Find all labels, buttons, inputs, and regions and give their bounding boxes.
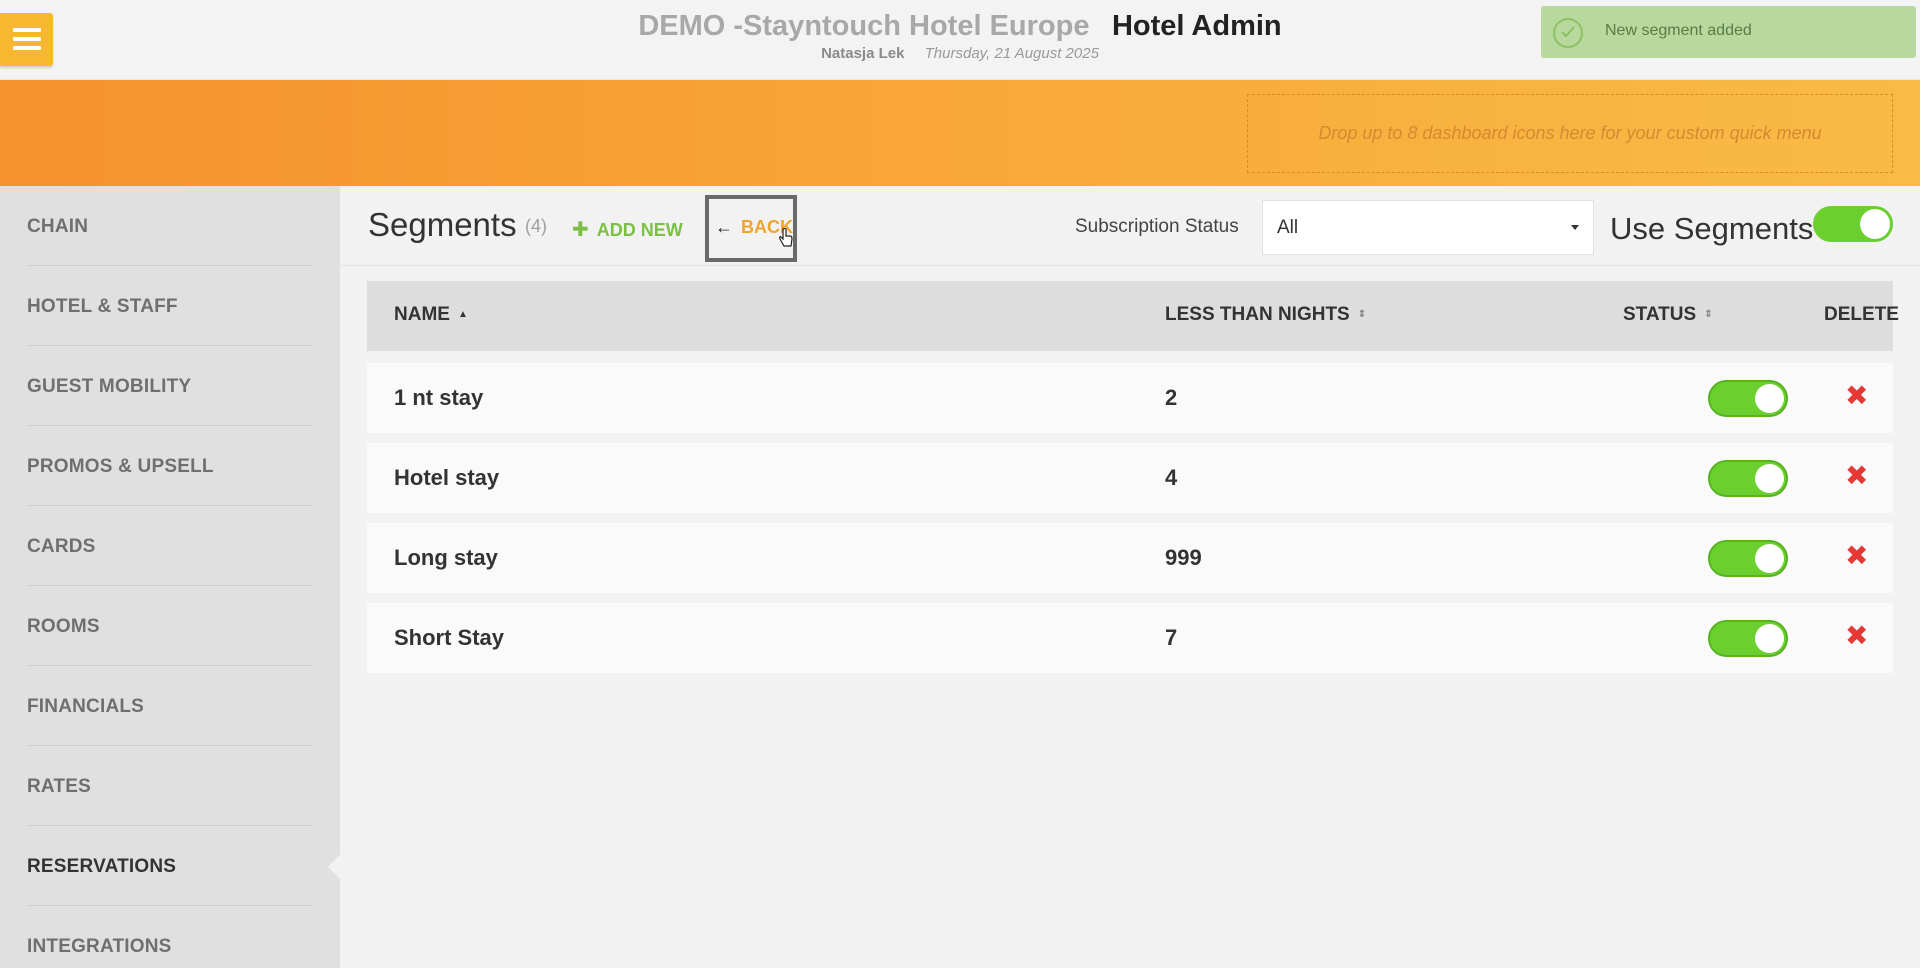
sidebar-item-rooms[interactable]: ROOMS bbox=[27, 586, 312, 666]
user-name: Natasja Lek bbox=[821, 45, 905, 62]
sort-icon: ⇕ bbox=[1704, 309, 1713, 321]
segment-name: 1 nt stay bbox=[394, 385, 484, 410]
column-label: DELETE bbox=[1824, 304, 1899, 325]
sidebar-item-label: ROOMS bbox=[27, 616, 100, 637]
delete-x-icon[interactable]: ✖ bbox=[1845, 379, 1868, 412]
table-row[interactable]: Hotel stay 4 ✖ bbox=[367, 443, 1893, 513]
segment-nights: 2 bbox=[1165, 385, 1178, 410]
sidebar: CHAIN HOTEL & STAFF GUEST MOBILITY PROMO… bbox=[0, 186, 340, 968]
top-bar: DEMO -Stayntouch Hotel Europe Hotel Admi… bbox=[0, 0, 1920, 80]
hand-cursor-icon bbox=[779, 228, 793, 247]
sidebar-item-rates[interactable]: RATES bbox=[27, 746, 312, 826]
arrow-left-icon: ← bbox=[715, 217, 733, 237]
sidebar-item-label: CHAIN bbox=[27, 216, 89, 237]
segment-name: Hotel stay bbox=[394, 465, 500, 490]
plus-icon: ✚ bbox=[572, 219, 589, 241]
page-title: Segments bbox=[368, 206, 517, 243]
sidebar-item-label: FINANCIALS bbox=[27, 696, 145, 717]
sidebar-item-label: PROMOS & UPSELL bbox=[27, 456, 214, 477]
segment-count: (4) bbox=[525, 216, 547, 236]
column-header-name[interactable]: NAME ▲ bbox=[394, 304, 468, 326]
sidebar-item-guest-mobility[interactable]: GUEST MOBILITY bbox=[27, 346, 312, 426]
subscription-status-select[interactable]: All bbox=[1262, 200, 1594, 255]
sidebar-item-label: RATES bbox=[27, 776, 91, 797]
hotel-name: DEMO -Stayntouch Hotel Europe bbox=[638, 10, 1090, 42]
delete-x-icon[interactable]: ✖ bbox=[1845, 539, 1868, 572]
toggle-knob bbox=[1755, 384, 1784, 413]
use-segments-toggle[interactable] bbox=[1813, 206, 1893, 242]
status-toggle[interactable] bbox=[1708, 620, 1788, 657]
status-toggle[interactable] bbox=[1708, 380, 1788, 417]
table-row[interactable]: Short Stay 7 ✖ bbox=[367, 603, 1893, 673]
toggle-knob bbox=[1860, 209, 1890, 239]
subscription-status-value: All bbox=[1277, 217, 1299, 238]
sidebar-item-label: RESERVATIONS bbox=[27, 856, 177, 877]
column-header-nights[interactable]: LESS THAN NIGHTS ⇕ bbox=[1165, 304, 1366, 326]
segment-name: Short Stay bbox=[394, 625, 505, 650]
subscription-status-label: Subscription Status bbox=[1075, 216, 1239, 237]
segment-name: Long stay bbox=[394, 545, 498, 570]
sidebar-item-chain[interactable]: CHAIN bbox=[27, 186, 312, 266]
segment-nights: 999 bbox=[1165, 545, 1202, 570]
column-label: LESS THAN NIGHTS bbox=[1165, 304, 1350, 325]
sidebar-item-label: GUEST MOBILITY bbox=[27, 376, 192, 397]
table-row[interactable]: 1 nt stay 2 ✖ bbox=[367, 363, 1893, 433]
column-header-delete: DELETE bbox=[1824, 304, 1899, 326]
sidebar-item-label: CARDS bbox=[27, 536, 96, 557]
sidebar-item-cards[interactable]: CARDS bbox=[27, 506, 312, 586]
sidebar-item-reservations[interactable]: RESERVATIONS bbox=[27, 826, 312, 906]
segment-nights: 7 bbox=[1165, 625, 1178, 650]
table-header: NAME ▲ LESS THAN NIGHTS ⇕ STATUS ⇕ DELETE bbox=[367, 281, 1899, 351]
check-circle-icon bbox=[1553, 18, 1583, 48]
sidebar-item-label: HOTEL & STAFF bbox=[27, 296, 178, 317]
add-new-button[interactable]: ✚ ADD NEW bbox=[572, 217, 683, 242]
toggle-knob bbox=[1755, 624, 1784, 653]
caret-down-icon bbox=[1571, 225, 1579, 230]
status-toggle[interactable] bbox=[1708, 460, 1788, 497]
sort-ascending-icon: ▲ bbox=[457, 309, 468, 321]
column-label: NAME bbox=[394, 304, 450, 325]
use-segments-label: Use Segments bbox=[1610, 211, 1814, 246]
sidebar-item-financials[interactable]: FINANCIALS bbox=[27, 666, 312, 746]
sidebar-item-hotel-staff[interactable]: HOTEL & STAFF bbox=[27, 266, 312, 346]
add-new-label: ADD NEW bbox=[596, 220, 683, 240]
segment-nights: 4 bbox=[1165, 465, 1178, 490]
current-date: Thursday, 21 August 2025 bbox=[924, 45, 1099, 62]
sort-icon: ⇕ bbox=[1357, 309, 1367, 321]
sidebar-item-label: INTEGRATIONS bbox=[27, 936, 172, 957]
main-content: Segments (4) ✚ ADD NEW ← BACK Subscription… bbox=[340, 186, 1920, 968]
dropzone-text: Drop up to 8 dashboard icons here for yo… bbox=[1318, 123, 1822, 143]
column-label: STATUS bbox=[1623, 304, 1697, 325]
quick-menu-dropzone[interactable]: Drop up to 8 dashboard icons here for yo… bbox=[1247, 94, 1893, 173]
segments-toolbar: Segments (4) ✚ ADD NEW ← BACK Subscription… bbox=[340, 186, 1920, 266]
delete-x-icon[interactable]: ✖ bbox=[1845, 459, 1868, 492]
sidebar-item-integrations[interactable]: INTEGRATIONS bbox=[27, 906, 312, 968]
active-item-pointer bbox=[328, 855, 340, 879]
column-header-status[interactable]: STATUS ⇕ bbox=[1623, 304, 1713, 326]
success-toast: New segment added bbox=[1541, 6, 1916, 58]
delete-x-icon[interactable]: ✖ bbox=[1845, 619, 1868, 652]
sidebar-item-promos-upsell[interactable]: PROMOS & UPSELL bbox=[27, 426, 312, 506]
toggle-knob bbox=[1755, 544, 1784, 573]
app-name: Hotel Admin bbox=[1111, 10, 1282, 42]
status-toggle[interactable] bbox=[1708, 540, 1788, 577]
table-row[interactable]: Long stay 999 ✖ bbox=[367, 523, 1893, 593]
toggle-knob bbox=[1755, 464, 1784, 493]
toast-message: New segment added bbox=[1605, 22, 1752, 39]
quick-menu-band: Drop up to 8 dashboard icons here for yo… bbox=[0, 80, 1920, 186]
